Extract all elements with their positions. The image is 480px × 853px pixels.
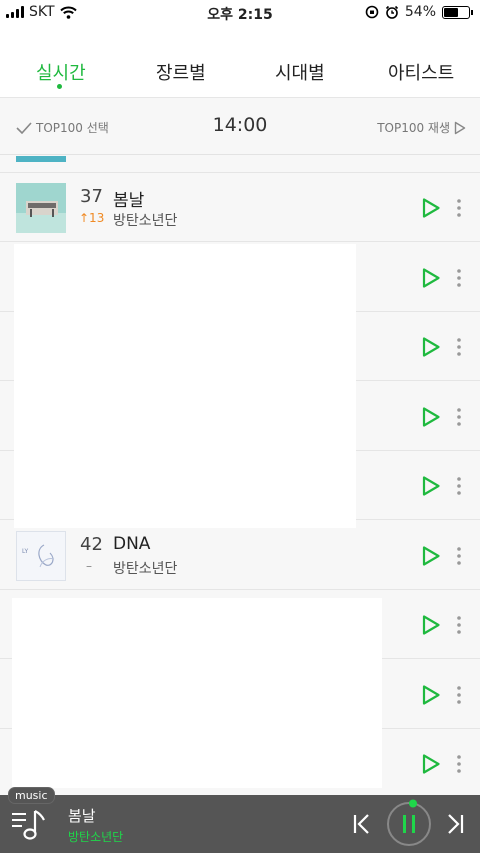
song-list: 37 ↑13 봄날 방탄소년단 LY 42 – DNA 방탄소년단: [0, 156, 480, 796]
more-options-icon[interactable]: [452, 335, 466, 359]
play-icon: [454, 121, 466, 134]
chart-tabs: 실시간 장르별 시대별 아티스트: [0, 26, 480, 98]
orientation-lock-icon: [365, 5, 379, 19]
next-track-icon[interactable]: [445, 813, 465, 835]
more-options-icon[interactable]: [452, 266, 466, 290]
top100-play-label: TOP100 재생: [377, 121, 450, 135]
status-bar: SKT 오후 2:15 54%: [0, 0, 480, 26]
play-icon[interactable]: [420, 684, 442, 706]
rank-change: –: [86, 559, 92, 573]
redacted-block: [12, 598, 382, 788]
album-art-partial: [16, 156, 66, 162]
song-row[interactable]: 37 ↑13 봄날 방탄소년단: [0, 173, 480, 242]
song-artist: 방탄소년단: [113, 213, 178, 229]
play-icon[interactable]: [420, 545, 442, 567]
redacted-block: [14, 244, 356, 528]
tab-era[interactable]: 시대별: [275, 59, 325, 85]
song-artist: 방탄소년단: [113, 561, 178, 577]
playlist-icon[interactable]: [10, 809, 50, 841]
more-options-icon[interactable]: [452, 613, 466, 637]
alarm-icon: [385, 5, 398, 19]
music-badge: music: [8, 787, 55, 804]
more-options-icon[interactable]: [452, 544, 466, 568]
active-tab-indicator: [57, 84, 62, 89]
now-playing-title: 봄날: [68, 807, 96, 825]
more-options-icon[interactable]: [452, 474, 466, 498]
more-options-icon[interactable]: [452, 752, 466, 776]
song-rank: 37: [80, 186, 103, 207]
now-playing-artist: 방탄소년단: [68, 830, 124, 844]
play-icon[interactable]: [420, 197, 442, 219]
top100-play-button[interactable]: TOP100 재생: [377, 119, 466, 136]
play-icon[interactable]: [420, 614, 442, 636]
pause-icon[interactable]: [384, 799, 434, 849]
mini-player[interactable]: 봄날 방탄소년단: [0, 795, 480, 853]
play-icon[interactable]: [420, 336, 442, 358]
album-art: [16, 183, 66, 233]
previous-track-icon[interactable]: [352, 813, 372, 835]
song-rank: 42: [80, 534, 103, 555]
rank-change: ↑13: [79, 211, 105, 225]
song-title: DNA: [113, 534, 151, 554]
tab-realtime[interactable]: 실시간: [36, 59, 86, 85]
more-options-icon[interactable]: [452, 196, 466, 220]
battery-icon: [442, 5, 473, 19]
battery-percent: 54%: [404, 4, 436, 20]
song-row[interactable]: LY 42 – DNA 방탄소년단: [0, 521, 480, 590]
more-options-icon[interactable]: [452, 683, 466, 707]
more-options-icon[interactable]: [452, 405, 466, 429]
svg-text:LY: LY: [22, 548, 29, 555]
play-icon[interactable]: [420, 475, 442, 497]
chart-header: TOP100 선택 14:00 TOP100 재생: [0, 99, 480, 155]
album-art: LY: [16, 531, 66, 581]
play-icon[interactable]: [420, 753, 442, 775]
tab-genre[interactable]: 장르별: [156, 59, 206, 85]
status-right: 54%: [365, 4, 473, 20]
play-icon[interactable]: [420, 406, 442, 428]
play-icon[interactable]: [420, 267, 442, 289]
song-title: 봄날: [113, 191, 145, 211]
tab-artist[interactable]: 아티스트: [388, 59, 454, 85]
